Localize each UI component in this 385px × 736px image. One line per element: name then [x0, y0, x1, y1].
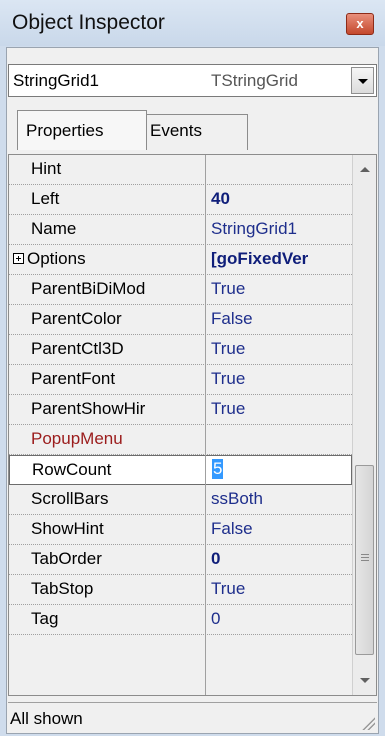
property-name: Left	[31, 189, 60, 208]
plus-box-icon[interactable]	[13, 253, 24, 264]
property-name: TabStop	[31, 579, 94, 598]
property-row-parentctl3d[interactable]: ParentCtl3D True	[9, 335, 352, 365]
property-value[interactable]: 40	[211, 189, 351, 209]
property-name: ShowHint	[31, 519, 104, 538]
property-value[interactable]: True	[211, 399, 351, 419]
property-row-tabstop[interactable]: TabStop True	[9, 575, 352, 605]
property-name: PopupMenu	[31, 429, 123, 448]
status-text: All shown	[10, 709, 83, 728]
close-icon: x	[356, 16, 364, 31]
property-row-hint[interactable]: Hint	[9, 155, 352, 185]
property-name: RowCount	[32, 460, 112, 479]
property-name: Name	[31, 219, 77, 238]
property-name: ParentBiDiMod	[31, 279, 146, 298]
property-name: ParentColor	[31, 309, 122, 328]
property-value[interactable]: False	[211, 519, 351, 539]
title-bar[interactable]: Object Inspector x	[0, 0, 385, 46]
property-name: Tag	[31, 609, 59, 628]
property-row-taborder[interactable]: TabOrder 0	[9, 545, 352, 575]
property-grid: Hint Left 40 Name StringGrid1 Options [g…	[8, 154, 377, 696]
property-value-editor[interactable]: 5	[212, 459, 224, 479]
component-selector[interactable]: StringGrid1 TStringGrid	[8, 64, 377, 97]
property-row-left[interactable]: Left 40	[9, 185, 352, 215]
inspector-client-area: StringGrid1 TStringGrid Properties Event…	[6, 47, 379, 734]
size-grip-icon[interactable]	[361, 716, 375, 730]
property-name: TabOrder	[31, 549, 102, 568]
status-bar: All shown	[8, 702, 377, 732]
property-row-tag[interactable]: Tag 0	[9, 605, 352, 635]
tab-label: Properties	[26, 121, 104, 140]
property-value[interactable]: 0	[211, 609, 351, 629]
property-row-scrollbars[interactable]: ScrollBars ssBoth	[9, 485, 352, 515]
property-name: Options	[27, 249, 86, 268]
property-name: ParentCtl3D	[31, 339, 124, 358]
scrollbar-thumb[interactable]	[355, 465, 374, 655]
object-inspector-window: Object Inspector x StringGrid1 TStringGr…	[0, 0, 385, 736]
property-value[interactable]: False	[211, 309, 351, 329]
component-type: TStringGrid	[211, 71, 298, 90]
property-name: Hint	[31, 159, 62, 178]
property-name: ParentShowHir	[31, 399, 146, 418]
tab-events[interactable]: Events	[145, 114, 248, 150]
property-name: ScrollBars	[31, 489, 109, 508]
arrow-down-icon[interactable]	[360, 678, 370, 683]
close-button[interactable]: x	[346, 13, 374, 35]
column-divider[interactable]	[205, 155, 206, 695]
component-name: StringGrid1	[13, 71, 99, 90]
property-row-parentshowhint[interactable]: ParentShowHir True	[9, 395, 352, 425]
grip-icon	[361, 554, 369, 563]
property-value[interactable]: 0	[211, 549, 351, 569]
arrow-up-icon[interactable]	[360, 167, 370, 172]
vertical-scrollbar[interactable]	[352, 155, 376, 695]
property-value[interactable]: StringGrid1	[211, 219, 351, 239]
property-value[interactable]: ssBoth	[211, 489, 351, 509]
property-row-options[interactable]: Options [goFixedVer	[9, 245, 352, 275]
property-value[interactable]: True	[211, 279, 351, 299]
property-name: ParentFont	[31, 369, 116, 388]
property-row-parentcolor[interactable]: ParentColor False	[9, 305, 352, 335]
window-title: Object Inspector	[12, 11, 165, 34]
property-row-parentbidimode[interactable]: ParentBiDiMod True	[9, 275, 352, 305]
tab-properties[interactable]: Properties	[17, 110, 147, 150]
property-row-showhint[interactable]: ShowHint False	[9, 515, 352, 545]
property-value[interactable]: [goFixedVer	[211, 249, 351, 269]
chevron-down-icon[interactable]	[351, 67, 374, 94]
property-value[interactable]: True	[211, 339, 351, 359]
tab-label: Events	[150, 121, 202, 140]
property-value[interactable]: True	[211, 579, 351, 599]
property-row-rowcount[interactable]: RowCount 5	[9, 455, 352, 485]
property-value[interactable]: True	[211, 369, 351, 389]
property-row-parentfont[interactable]: ParentFont True	[9, 365, 352, 395]
tab-strip: Properties Events	[17, 110, 377, 154]
property-row-name[interactable]: Name StringGrid1	[9, 215, 352, 245]
property-row-popupmenu[interactable]: PopupMenu	[9, 425, 352, 455]
